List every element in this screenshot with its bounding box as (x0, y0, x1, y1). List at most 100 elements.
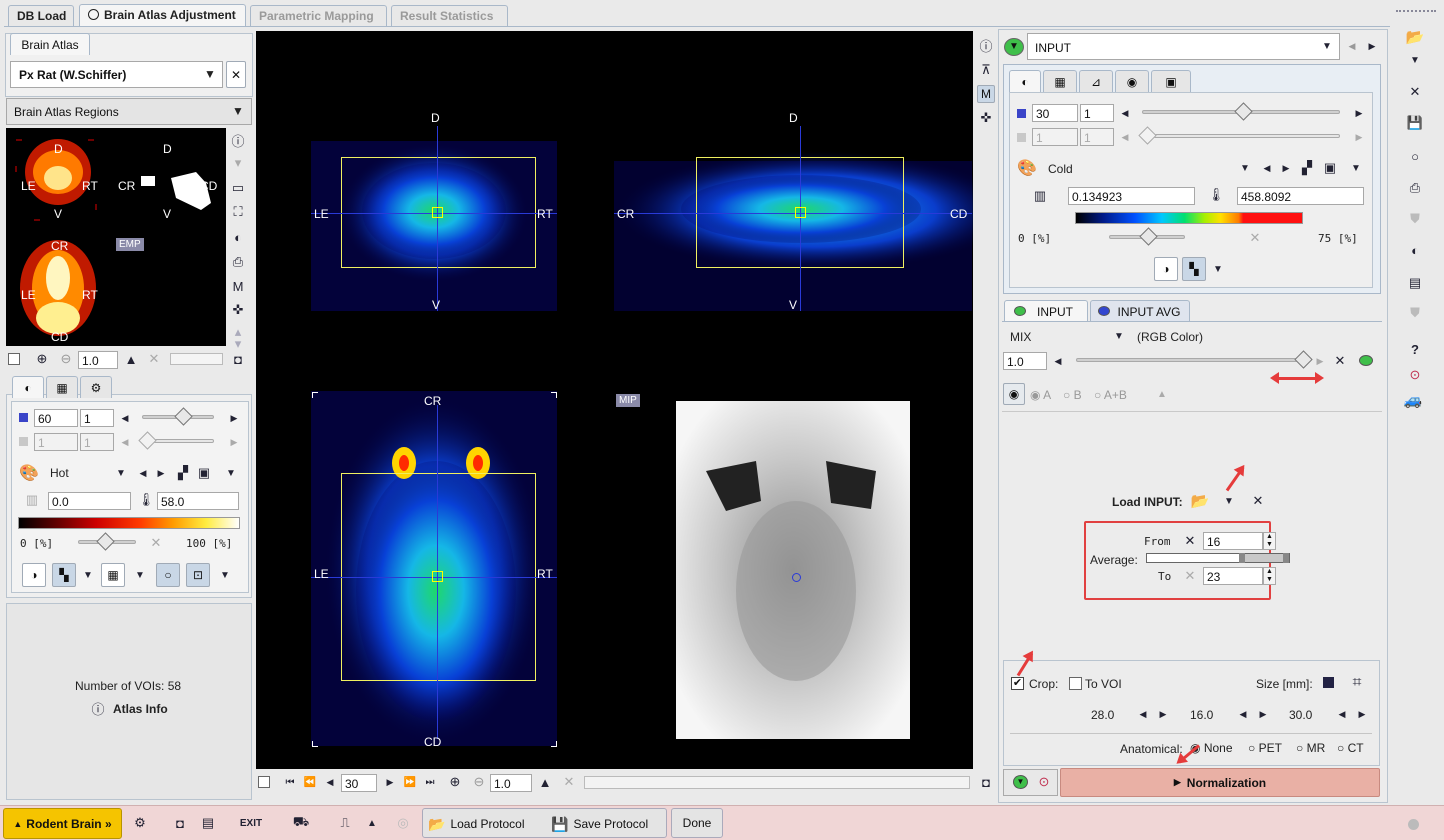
pin-toggle-icon[interactable]: ⊡ (186, 563, 210, 587)
close-icon[interactable]: ✕ (226, 61, 246, 88)
contrast-toggle-icon[interactable]: ◑ (1154, 257, 1178, 281)
green-dot-icon[interactable] (1359, 355, 1373, 366)
green-down-icon[interactable]: ▼ (1013, 775, 1028, 789)
print-icon[interactable]: ⎙ (228, 252, 248, 272)
frame2-slider[interactable] (138, 431, 214, 450)
radio-a[interactable]: ◉ A (1030, 388, 1051, 402)
terminal-icon[interactable]: ▤ (1405, 273, 1425, 293)
radio-anat-pet[interactable]: ○ PET (1248, 741, 1282, 755)
tab-input[interactable]: INPUT (1004, 300, 1088, 322)
radio-ab[interactable]: ○ A+B (1094, 388, 1127, 402)
cor-marker[interactable] (432, 571, 443, 582)
fast-back-icon[interactable]: ⏪ (300, 772, 320, 792)
palette-icon[interactable]: 🎨 (19, 463, 39, 483)
average-range-slider[interactable] (1146, 553, 1290, 563)
next-icon[interactable]: ▶ (1362, 36, 1382, 56)
camera-icon[interactable]: ◘ (228, 349, 248, 369)
chevron-up-icon[interactable]: ▲ (535, 772, 555, 792)
last-icon[interactable]: ⏭ (420, 772, 440, 792)
mix-slider[interactable] (1076, 350, 1313, 369)
cmap-next-icon[interactable]: ▶ (151, 463, 171, 483)
tab-signal[interactable]: ◉ (1115, 70, 1149, 92)
info-icon[interactable]: ⓘ (976, 35, 996, 55)
close-icon[interactable]: ✕ (1330, 351, 1350, 371)
camera-icon[interactable]: ◘ (170, 813, 190, 833)
document-icon[interactable]: ▤ (198, 813, 218, 833)
thumb-scrollbar[interactable] (170, 353, 223, 365)
r-frame2-step-field[interactable]: 1 (1080, 128, 1114, 146)
atlas-thumbnail[interactable]: D V LE RT D V CR CD CR CD LE RT EMP (6, 128, 226, 346)
range-min-field[interactable]: 0.0 (48, 492, 131, 510)
rodent-brain-button[interactable]: ▲ Rodent Brain » (3, 808, 122, 839)
next-icon[interactable]: ▶ (1253, 704, 1273, 724)
settings-icon[interactable]: ⚙ (130, 813, 150, 833)
zoom-field[interactable]: 1.0 (78, 351, 118, 369)
prev-icon[interactable]: ◀ (1342, 36, 1362, 56)
mix-dropdown-icon[interactable]: ▼ (1109, 326, 1129, 346)
chevron-down-icon[interactable]: ▼ (130, 565, 150, 585)
sag-marker[interactable] (795, 207, 806, 218)
reset-icon[interactable]: ✕ (1245, 228, 1265, 248)
frame2-field[interactable]: 1 (34, 433, 78, 451)
next-icon[interactable]: ▶ (224, 408, 244, 428)
axial-marker[interactable] (432, 207, 443, 218)
panel-icon[interactable]: ▭ (228, 178, 248, 198)
frame-slider[interactable] (142, 407, 214, 426)
reset-icon[interactable]: ✕ (144, 349, 164, 369)
plane-field[interactable]: 30 (341, 774, 377, 792)
tab-save[interactable]: ▣ (1151, 70, 1191, 92)
mix-field[interactable]: 1.0 (1003, 352, 1047, 370)
close-icon[interactable]: ✕ (1180, 531, 1200, 551)
crop-icon[interactable]: ⌗ (1347, 673, 1367, 693)
reset-icon[interactable]: ✕ (559, 772, 579, 792)
zoom-in-icon[interactable]: ⊕ (32, 349, 52, 369)
prev-icon[interactable]: ◀ (1332, 704, 1352, 724)
next-icon[interactable]: ▶ (1349, 127, 1369, 147)
range-icon[interactable]: ▥ (1030, 186, 1050, 206)
camera-icon[interactable]: ◘ (976, 772, 996, 792)
regions-select[interactable]: Brain Atlas Regions (6, 98, 252, 125)
cold-colorbar[interactable] (1075, 212, 1303, 224)
r-frame2-slider[interactable] (1138, 126, 1340, 145)
prev-icon[interactable]: ◀ (1048, 351, 1068, 371)
thermometer-icon[interactable]: 🌡 (1206, 185, 1226, 205)
chevron-down-icon[interactable]: ▾ (228, 153, 248, 173)
r-range-max-field[interactable]: 458.8092 (1237, 187, 1364, 205)
chevron-down-icon[interactable]: ▼ (228, 101, 248, 121)
close-all-icon[interactable]: ✕ (1405, 82, 1425, 102)
range-handle[interactable] (1283, 553, 1289, 563)
camera-icon[interactable]: ▣ (194, 463, 214, 483)
circle-icon[interactable]: ○ (1405, 146, 1425, 166)
to-field[interactable]: 23 (1203, 567, 1263, 585)
tab-contrast[interactable]: ◐ (1009, 70, 1041, 92)
contrast-icon[interactable]: ◐ (1405, 240, 1425, 260)
cmap-prev-icon[interactable]: ◀ (1257, 158, 1277, 178)
workflow-icon[interactable]: ⎍ (335, 813, 355, 833)
viewer-scrollbar[interactable] (584, 776, 970, 789)
print-icon[interactable]: ⎙ (1405, 178, 1425, 198)
chevron-down-icon[interactable]: ▼ (1219, 491, 1239, 511)
shield-icon[interactable]: ⛊ (1405, 303, 1425, 323)
car-icon[interactable]: 🚙 (1403, 390, 1423, 410)
folder-open-icon[interactable]: 📂 (1405, 27, 1425, 47)
crosshair-icon[interactable]: ✜ (228, 300, 248, 320)
hot-colorbar[interactable] (18, 517, 240, 529)
input-select[interactable]: INPUT (1027, 33, 1340, 60)
prev-icon[interactable]: ◀ (320, 772, 340, 792)
tab-brain-atlas-adjustment[interactable]: Brain Atlas Adjustment (79, 4, 246, 27)
next-icon[interactable]: ▶ (1352, 704, 1372, 724)
target-icon[interactable]: ⊙ (1034, 772, 1054, 792)
to-voi-checkbox[interactable] (1069, 677, 1082, 690)
tab-parametric-mapping[interactable]: Parametric Mapping (250, 5, 387, 26)
from-field[interactable]: 16 (1203, 532, 1263, 550)
square-icon[interactable] (1323, 677, 1334, 688)
target-icon[interactable]: ⊙ (1405, 365, 1425, 385)
atlas-info-link[interactable]: Atlas Info (113, 702, 168, 716)
crosshair-icon[interactable]: ✜ (976, 108, 996, 128)
next-icon[interactable]: ▶ (1310, 351, 1330, 371)
radio-b[interactable]: ○ B (1063, 388, 1082, 402)
shield-icon[interactable]: ⛊ (1405, 209, 1425, 229)
mip-marker[interactable] (792, 573, 801, 582)
zoom-in-icon[interactable]: ⊕ (445, 772, 465, 792)
prev-icon[interactable]: ◀ (1115, 127, 1135, 147)
